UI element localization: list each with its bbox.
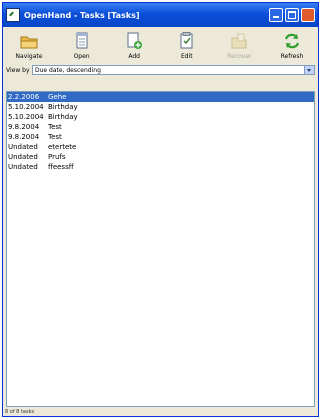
task-title: Test <box>48 133 62 141</box>
folder-icon <box>20 36 38 49</box>
list-item[interactable]: Undated Prufs <box>7 152 314 162</box>
edit-button[interactable]: Edit <box>165 29 209 63</box>
task-title: Prufs <box>48 153 66 161</box>
task-title: Birthday <box>48 103 78 111</box>
open-button[interactable]: Open <box>60 29 104 63</box>
app-icon <box>6 8 20 22</box>
view-by-select[interactable]: Due date, descending <box>32 65 315 75</box>
task-date: 9.8.2004 <box>8 123 40 131</box>
task-title: ffeessff <box>48 163 74 171</box>
recover-icon <box>231 33 247 49</box>
recover-button[interactable]: Recover <box>217 29 261 63</box>
title-bar[interactable]: OpenHand - Tasks [Tasks] <box>3 3 318 27</box>
refresh-icon <box>284 33 300 49</box>
refresh-label: Refresh <box>280 53 304 60</box>
task-date: Undated <box>8 153 38 161</box>
list-item[interactable]: 2.2.2006 Gehe <box>7 92 314 102</box>
task-title: etertete <box>48 143 77 151</box>
open-label: Open <box>73 53 90 60</box>
toolbar: Navigate Open Add Edit Recover Refresh <box>3 27 318 63</box>
view-by-label: View by <box>6 66 30 74</box>
task-list[interactable]: 2.2.2006 Gehe 5.10.2004 Birthday 5.10.20… <box>6 91 315 407</box>
navigate-button[interactable]: Navigate <box>7 29 51 63</box>
minimize-button[interactable] <box>269 8 283 22</box>
list-item[interactable]: 5.10.2004 Birthday <box>7 112 314 122</box>
add-button[interactable]: Add <box>112 29 156 63</box>
list-item[interactable]: 9.8.2004 Test <box>7 132 314 142</box>
add-label: Add <box>128 53 140 60</box>
view-by-value: Due date, descending <box>35 66 101 74</box>
list-item[interactable]: Undated etertete <box>7 142 314 152</box>
window-title: OpenHand - Tasks [Tasks] <box>24 10 140 20</box>
maximize-button[interactable] <box>285 8 299 22</box>
list-item[interactable]: Undated ffeessff <box>7 162 314 172</box>
task-title: Birthday <box>48 113 78 121</box>
task-date: Undated <box>8 163 38 171</box>
task-title: Gehe <box>48 93 67 101</box>
recover-label: Recover <box>227 53 252 60</box>
status-bar-text: 8 of 8 tasks <box>5 409 35 415</box>
edit-label: Edit <box>180 53 193 60</box>
refresh-button[interactable]: Refresh <box>270 29 314 63</box>
task-date: 5.10.2004 <box>8 103 44 111</box>
list-item[interactable]: 9.8.2004 Test <box>7 122 314 132</box>
task-date: 9.8.2004 <box>8 133 40 141</box>
task-date: 5.10.2004 <box>8 113 44 121</box>
add-task-icon <box>127 32 143 49</box>
edit-icon <box>180 32 193 49</box>
chevron-down-icon[interactable] <box>304 66 314 74</box>
navigate-label: Navigate <box>15 53 43 60</box>
view-by-bar: View by Due date, descending <box>6 63 315 77</box>
task-date: 2.2.2006 <box>8 93 40 101</box>
main-window: OpenHand - Tasks [Tasks] Navigate Open A… <box>2 2 319 417</box>
document-icon <box>76 32 88 49</box>
list-item[interactable]: 5.10.2004 Birthday <box>7 102 314 112</box>
close-button[interactable] <box>301 8 315 22</box>
task-title: Test <box>48 123 62 131</box>
task-date: Undated <box>8 143 38 151</box>
